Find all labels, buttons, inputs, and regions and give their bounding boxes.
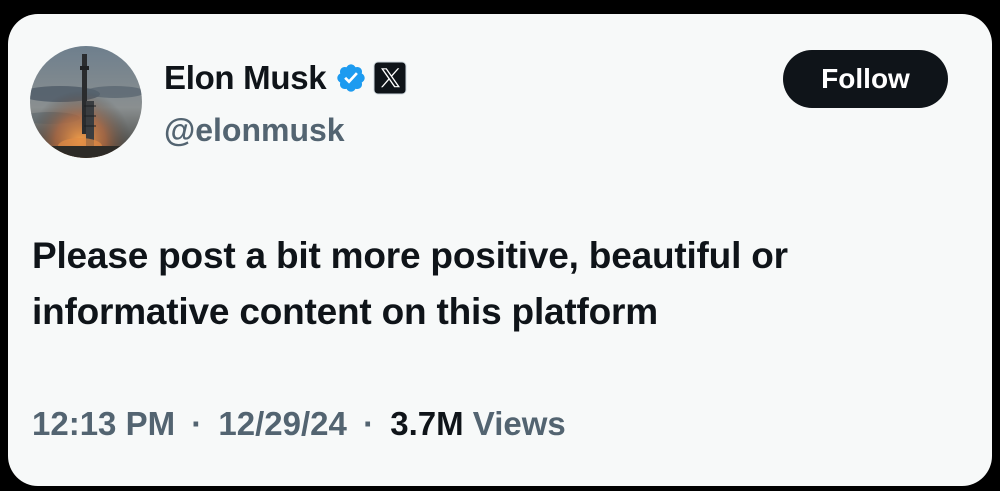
post-text: Please post a bit more positive, beautif… <box>32 235 788 332</box>
post-meta: 12:13 PM · 12/29/24 · 3.7M Views <box>32 402 566 446</box>
follow-button[interactable]: Follow <box>783 50 948 108</box>
avatar-image <box>30 46 142 158</box>
views-count: 3.7M <box>390 405 464 442</box>
post-time[interactable]: 12:13 PM <box>32 405 175 442</box>
verified-badge-icon[interactable] <box>335 62 367 94</box>
views-label: Views <box>472 405 566 442</box>
post-date[interactable]: 12/29/24 <box>218 405 346 442</box>
author-display-name[interactable]: Elon Musk <box>164 56 327 100</box>
x-logo-icon[interactable] <box>373 61 407 95</box>
meta-separator: · <box>191 405 203 442</box>
avatar[interactable] <box>30 46 142 158</box>
post-card: Elon Musk @elonmusk Follow Please post a… <box>8 14 992 486</box>
meta-separator: · <box>363 405 375 442</box>
author-name-row: Elon Musk <box>164 56 407 100</box>
author-handle[interactable]: @elonmusk <box>164 110 345 150</box>
